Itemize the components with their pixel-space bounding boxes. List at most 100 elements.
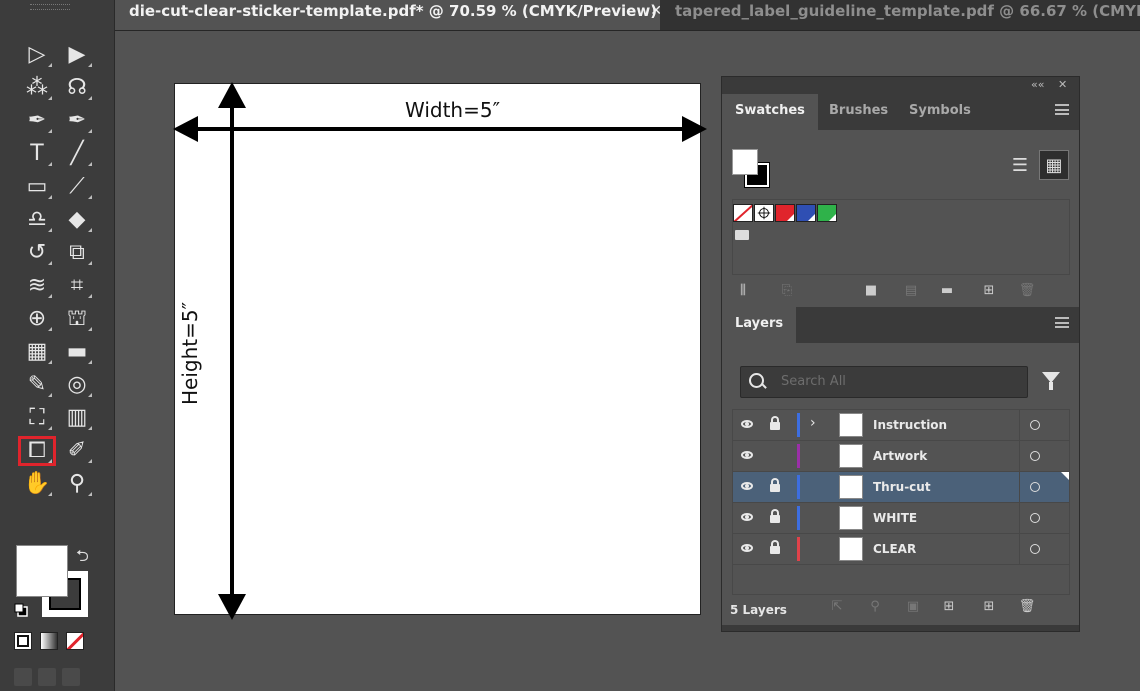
panel-resize-grip[interactable]	[722, 625, 1079, 631]
layer-row[interactable]: Thru-cut	[733, 472, 1069, 503]
target-circle-icon[interactable]	[1030, 420, 1040, 430]
swatch-fill-preview[interactable]	[732, 149, 758, 175]
draw-normal-button[interactable]	[14, 668, 32, 686]
visibility-eye-icon[interactable]	[741, 451, 753, 459]
new-sublayer-icon[interactable]: ⊞	[940, 598, 958, 616]
swatch-options-icon[interactable]: ▤	[902, 282, 920, 300]
fill-swatch[interactable]	[16, 545, 68, 597]
grid-view-icon[interactable]: ▦	[1039, 150, 1069, 180]
swatch-green[interactable]	[817, 204, 837, 222]
symbol-sprayer-tool-icon[interactable]: ⛶	[18, 403, 56, 433]
tab-symbols[interactable]: Symbols	[896, 94, 984, 130]
swatch-libraries-icon[interactable]: ⫼	[734, 282, 752, 300]
shaper-tool-icon[interactable]: ♎	[18, 205, 56, 235]
slice-tool-icon[interactable]: ✐	[58, 436, 96, 466]
tab-brushes[interactable]: Brushes	[816, 94, 901, 130]
layers-menu-icon[interactable]	[1055, 317, 1069, 328]
expand-chevron-icon[interactable]: ›	[810, 415, 816, 431]
lock-icon[interactable]	[770, 416, 780, 430]
collect-for-export-icon[interactable]: ⇱	[828, 598, 846, 616]
swap-fill-stroke-icon[interactable]: ⮌	[76, 545, 89, 572]
eraser-tool-icon[interactable]: ◆	[58, 205, 96, 235]
panel-menu-icon[interactable]	[1055, 104, 1069, 115]
layer-row[interactable]: Artwork	[733, 441, 1069, 472]
lasso-tool-icon[interactable]: ☊	[58, 73, 96, 103]
draw-inside-button[interactable]	[62, 668, 80, 686]
place-swatches-icon[interactable]: ⎘	[778, 282, 796, 300]
lock-icon[interactable]	[770, 478, 780, 492]
layer-name[interactable]: WHITE	[873, 511, 917, 525]
filter-icon[interactable]	[1042, 372, 1060, 390]
document-tab-inactive[interactable]: tapered_label_guideline_template.pdf @ 6…	[665, 0, 1140, 30]
target-circle-icon[interactable]	[1030, 482, 1040, 492]
target-circle-icon[interactable]	[1030, 544, 1040, 554]
width-tool-icon[interactable]: ≋	[18, 271, 56, 301]
selection-tool-icon[interactable]: ▷	[18, 40, 56, 70]
shape-builder-tool-icon[interactable]: ⊕	[18, 304, 56, 334]
new-layer-icon[interactable]: ⊞	[980, 598, 998, 616]
layer-name[interactable]: Thru-cut	[873, 480, 931, 494]
scale-tool-icon[interactable]: ⧉	[58, 238, 96, 268]
blend-tool-icon[interactable]: ◎	[58, 370, 96, 400]
pen-tool-icon[interactable]: ✒	[18, 106, 56, 136]
visibility-eye-icon[interactable]	[741, 482, 753, 490]
document-tab-active[interactable]: die-cut-clear-sticker-template.pdf* @ 70…	[115, 0, 660, 30]
direct-selection-tool-icon[interactable]: ▶	[58, 40, 96, 70]
artboard-tool-icon[interactable]: ⧠	[18, 436, 56, 466]
layer-name[interactable]: Instruction	[873, 418, 947, 432]
type-tool-icon[interactable]: T	[18, 139, 56, 169]
rotate-tool-icon[interactable]: ↺	[18, 238, 56, 268]
swatch-none[interactable]	[733, 204, 753, 222]
panel-titlebar[interactable]: «« ✕	[722, 77, 1079, 94]
line-segment-tool-icon[interactable]: ╱	[58, 139, 96, 169]
layer-row[interactable]: › Instruction	[733, 410, 1069, 441]
swatch-registration[interactable]	[754, 204, 774, 222]
tab-layers[interactable]: Layers	[722, 307, 797, 343]
close-tab-icon[interactable]: ✕	[650, 0, 660, 22]
delete-layer-icon[interactable]: 🗑	[1018, 598, 1036, 616]
make-clipping-mask-icon[interactable]: ▣	[904, 598, 922, 616]
new-swatch-icon[interactable]: ⊞	[980, 282, 998, 300]
layer-name[interactable]: Artwork	[873, 449, 927, 463]
layers-search-input[interactable]: Search All	[740, 366, 1028, 398]
tab-swatches[interactable]: Swatches	[722, 94, 818, 130]
visibility-eye-icon[interactable]	[741, 513, 753, 521]
curvature-tool-icon[interactable]: ✒	[58, 106, 96, 136]
free-transform-tool-icon[interactable]: ⌗	[58, 271, 96, 301]
zoom-tool-icon[interactable]: ⚲	[58, 469, 96, 499]
column-graph-tool-icon[interactable]: ▥	[58, 403, 96, 433]
swatch-red[interactable]	[775, 204, 795, 222]
list-view-icon[interactable]: ☰	[1005, 150, 1035, 180]
hand-tool-icon[interactable]: ✋	[18, 469, 56, 499]
layer-row[interactable]: WHITE	[733, 503, 1069, 534]
layer-row[interactable]: CLEAR	[733, 534, 1069, 565]
color-group-folder-icon[interactable]	[735, 230, 749, 240]
collapse-panels-icon[interactable]: ««	[1031, 78, 1044, 91]
lock-icon[interactable]	[770, 540, 780, 554]
target-circle-icon[interactable]	[1030, 451, 1040, 461]
color-mode-button[interactable]	[14, 632, 32, 650]
layer-name[interactable]: CLEAR	[873, 542, 916, 556]
target-circle-icon[interactable]	[1030, 513, 1040, 523]
magic-wand-tool-icon[interactable]: ⁂	[18, 73, 56, 103]
paintbrush-tool-icon[interactable]: ⟋	[58, 172, 96, 202]
gradient-tool-icon[interactable]: ▬	[58, 337, 96, 367]
perspective-grid-tool-icon[interactable]: ⛫	[58, 304, 96, 334]
delete-swatch-icon[interactable]: 🗑	[1018, 282, 1036, 300]
eyedropper-tool-icon[interactable]: ✎	[18, 370, 56, 400]
locate-object-icon[interactable]: ⚲	[866, 598, 884, 616]
mesh-tool-icon[interactable]: ▦	[18, 337, 56, 367]
draw-behind-button[interactable]	[38, 668, 56, 686]
show-swatch-kinds-icon[interactable]: ■	[862, 282, 880, 300]
visibility-eye-icon[interactable]	[741, 544, 753, 552]
visibility-eye-icon[interactable]	[741, 420, 753, 428]
panel-grip[interactable]	[30, 4, 70, 10]
gradient-mode-button[interactable]	[40, 632, 58, 650]
close-panel-icon[interactable]: ✕	[1058, 78, 1067, 91]
lock-icon[interactable]	[770, 509, 780, 523]
swatch-blue[interactable]	[796, 204, 816, 222]
default-fill-stroke-icon[interactable]	[14, 603, 28, 617]
none-mode-button[interactable]	[66, 632, 84, 650]
rectangle-tool-icon[interactable]: ▭	[18, 172, 56, 202]
new-color-group-icon[interactable]: ▬	[938, 282, 956, 300]
